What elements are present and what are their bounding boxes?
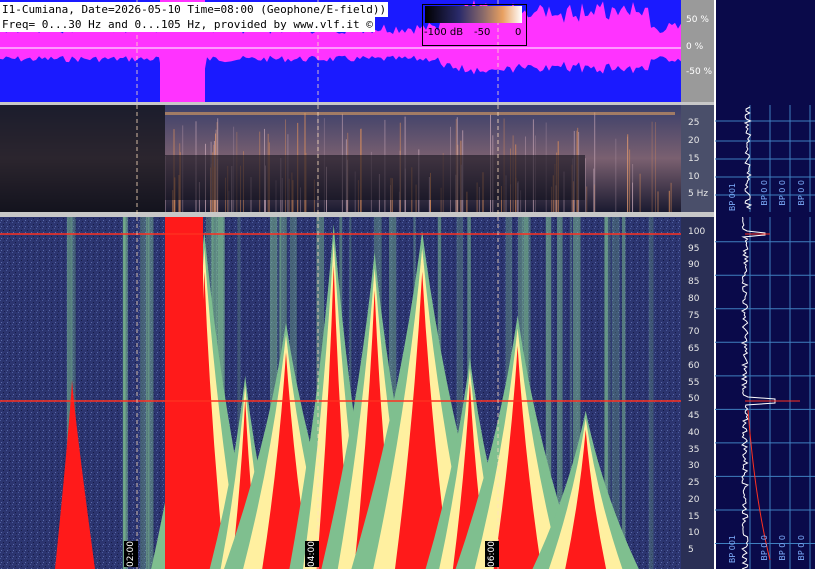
spectrogram-haze-column — [648, 217, 654, 569]
spectrogram-tick-label: 10 — [688, 528, 700, 538]
spectrogram-tick-label: 40 — [688, 428, 700, 438]
header-title-line2: Freq= 0...30 Hz and 0...105 Hz, provided… — [0, 17, 375, 32]
side-label-8: BP 0 0 — [797, 535, 806, 561]
lowfreq-tick-label: 5 Hz — [688, 189, 709, 199]
spectrogram-tick-label: 80 — [688, 294, 700, 304]
lowfreq-streak — [585, 158, 586, 212]
side-label-4: BP 0 0 — [797, 180, 806, 206]
lowfreq-streak — [670, 182, 672, 212]
lowfreq-dark-band — [165, 155, 585, 200]
spectrogram-tick-label: 85 — [688, 277, 700, 287]
spectrogram-tick-label: 90 — [688, 260, 700, 270]
spectrogram-tick-label: 50 — [688, 394, 700, 404]
spectrogram-tick-label: 30 — [688, 461, 700, 471]
spectrogram-tick-label: 25 — [688, 478, 700, 488]
spectrogram-tick-label: 5 — [688, 545, 694, 555]
lowfreq-tick-label: 20 — [688, 136, 700, 146]
lowfreq-streak — [627, 134, 629, 212]
amp-tick-label: -50 % — [686, 67, 713, 77]
time-label-0200: 02:00 — [124, 541, 138, 567]
lowfreq-streak — [668, 190, 670, 212]
spectrogram-tick-label: 70 — [688, 327, 700, 337]
amp-tick-label: 0 % — [686, 42, 704, 52]
spectrogram-haze-column — [122, 217, 128, 569]
lowfreq-streak — [655, 122, 656, 212]
lowfreq-streak — [657, 191, 659, 212]
spectrogram-tick-label: 100 — [688, 227, 706, 237]
colorbar-label-mid: -50 — [474, 27, 491, 38]
spectrogram-saturation-block — [165, 217, 203, 569]
spectrogram-haze-column — [140, 217, 148, 569]
lowfreq-streak — [593, 168, 595, 212]
panel-separator-1 — [0, 102, 715, 105]
colorbar-label-max: 0 — [515, 27, 522, 38]
lowfreq-streak — [632, 164, 634, 212]
spectrogram-tick-label: 20 — [688, 495, 700, 505]
time-label-0400: 04:00 — [305, 541, 319, 567]
side-label-5: BP 001 — [728, 535, 737, 564]
lowfreq-streak — [651, 121, 653, 212]
header-title-line1: I1-Cumiana, Date=2026-05-10 Time=08:00 (… — [0, 2, 389, 17]
side-label-7: BP 0 0 — [778, 535, 787, 561]
spectrogram-tick-label: 60 — [688, 361, 700, 371]
lowfreq-tick-label: 10 — [688, 172, 700, 182]
spectrogram-haze-column — [621, 217, 626, 569]
spectrogram-tick-label: 95 — [688, 244, 700, 254]
spectrogram-tick-label: 65 — [688, 344, 700, 354]
lowfreq-streak — [639, 173, 641, 212]
lowfreq-band-top — [165, 112, 675, 115]
lowfreq-streak — [629, 149, 631, 212]
lowfreq-streak — [615, 138, 617, 212]
lowfreq-dark-block — [0, 105, 165, 212]
colorbar-label-min: -100 dB — [424, 27, 464, 38]
spectrogram-tick-label: 75 — [688, 311, 700, 321]
side-label-1: BP 001 — [728, 183, 737, 212]
time-label-0600: 06:00 — [485, 541, 499, 567]
lowfreq-tick-label: 15 — [688, 154, 700, 164]
spectrogram-tick-label: 15 — [688, 512, 700, 522]
amp-tick-label: 50 % — [686, 15, 709, 25]
spectrogram-tick-label: 55 — [688, 378, 700, 388]
lowfreq-streak — [586, 186, 588, 212]
sidebar-bg — [715, 0, 815, 569]
side-label-2: BP 0 0 — [760, 180, 769, 206]
spectrogram-tick-label: 35 — [688, 445, 700, 455]
side-label-3: BP 0 0 — [778, 180, 787, 206]
spectrogram-tick-label: 45 — [688, 411, 700, 421]
colorbar-box — [422, 4, 527, 46]
lowfreq-tick-label: 25 — [688, 118, 700, 128]
panel-separator-2 — [0, 212, 715, 217]
side-label-6: BP 0 0 — [760, 535, 769, 561]
